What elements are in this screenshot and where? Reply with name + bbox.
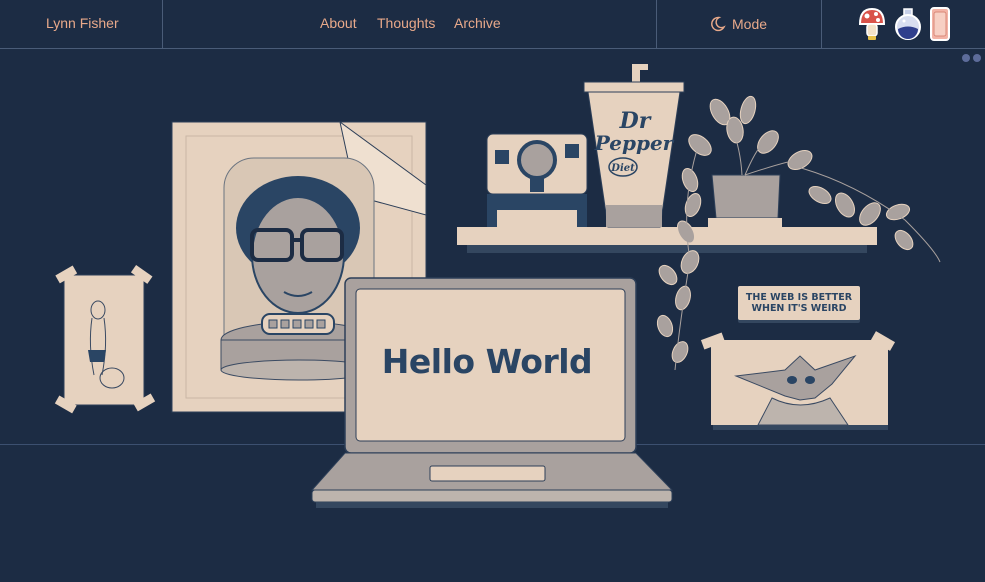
dr-pepper-cup: Dr Pepper Diet [583, 64, 685, 228]
sign-line2: WHEN IT'S WEIRD [751, 303, 847, 314]
web-weird-sign: THE WEB IS BETTER WHEN IT'S WEIRD [738, 286, 860, 320]
laptop [310, 277, 674, 508]
cup-brand-line2: Pepper [594, 131, 675, 155]
camera [486, 133, 588, 227]
sign-line1: THE WEB IS BETTER [745, 292, 853, 303]
shelf [457, 227, 877, 253]
cup-sub: Diet [610, 163, 635, 174]
laptop-screen-text: Hello World [381, 342, 593, 381]
grogu-poster [700, 331, 896, 430]
dog-poster [54, 264, 156, 414]
